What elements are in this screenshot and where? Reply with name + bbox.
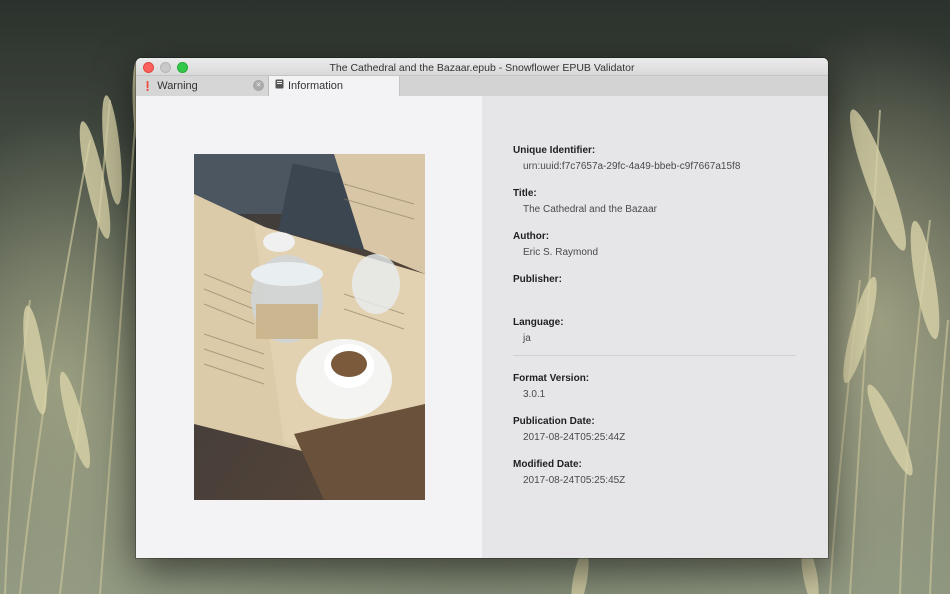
tab-warning[interactable]: ❗ Warning ✕ <box>136 76 269 96</box>
field-author: Author: Eric S. Raymond <box>513 230 796 259</box>
window-controls <box>143 62 188 73</box>
field-publisher: Publisher: <box>513 273 796 302</box>
field-value: The Cathedral and the Bazaar <box>523 204 657 215</box>
field-value: 2017-08-24T05:25:45Z <box>523 475 626 486</box>
tab-bar: ❗ Warning ✕ Information <box>136 76 828 97</box>
zoom-window-button[interactable] <box>177 62 188 73</box>
field-label: Modified Date: <box>513 459 582 470</box>
field-value: urn:uuid:f7c7657a-29fc-4a49-bbeb-c9f7667… <box>523 161 741 172</box>
information-view: Unique Identifier: urn:uuid:f7c7657a-29f… <box>136 96 828 558</box>
field-label: Publisher: <box>513 274 562 285</box>
window-title: The Cathedral and the Bazaar.epub - Snow… <box>329 62 635 74</box>
field-label: Language: <box>513 317 564 328</box>
field-language: Language: ja <box>513 316 796 345</box>
field-label: Author: <box>513 231 550 242</box>
book-icon <box>275 76 284 96</box>
field-label: Publication Date: <box>513 416 595 427</box>
field-value: 2017-08-24T05:25:44Z <box>523 432 626 443</box>
tab-close-icon[interactable]: ✕ <box>253 80 264 91</box>
field-label: Format Version: <box>513 373 590 384</box>
tab-information-label: Information <box>288 80 344 92</box>
metadata-pane: Unique Identifier: urn:uuid:f7c7657a-29f… <box>482 96 828 558</box>
divider <box>513 355 796 356</box>
tab-information[interactable]: Information <box>269 76 400 97</box>
exclamation-icon: ❗ <box>142 81 154 91</box>
field-value: Eric S. Raymond <box>523 247 599 258</box>
cover-pane <box>136 96 482 558</box>
field-publication-date: Publication Date: 2017-08-24T05:25:44Z <box>513 415 796 444</box>
field-label: Unique Identifier: <box>513 145 596 156</box>
metadata-list: Unique Identifier: urn:uuid:f7c7657a-29f… <box>513 144 796 501</box>
field-label: Title: <box>513 188 537 199</box>
close-window-button[interactable] <box>143 62 154 73</box>
field-value <box>513 289 796 302</box>
field-value: 3.0.1 <box>523 389 546 400</box>
field-modified-date: Modified Date: 2017-08-24T05:25:45Z <box>513 458 796 487</box>
title-bar[interactable]: The Cathedral and the Bazaar.epub - Snow… <box>136 58 828 76</box>
minimize-window-button[interactable] <box>160 62 171 73</box>
field-value: ja <box>523 333 531 344</box>
book-cover-image <box>194 154 425 500</box>
field-format-version: Format Version: 3.0.1 <box>513 372 796 401</box>
tab-warning-label: Warning <box>157 80 198 92</box>
field-title: Title: The Cathedral and the Bazaar <box>513 187 796 216</box>
field-unique-identifier: Unique Identifier: urn:uuid:f7c7657a-29f… <box>513 144 796 173</box>
app-window: The Cathedral and the Bazaar.epub - Snow… <box>136 58 828 558</box>
